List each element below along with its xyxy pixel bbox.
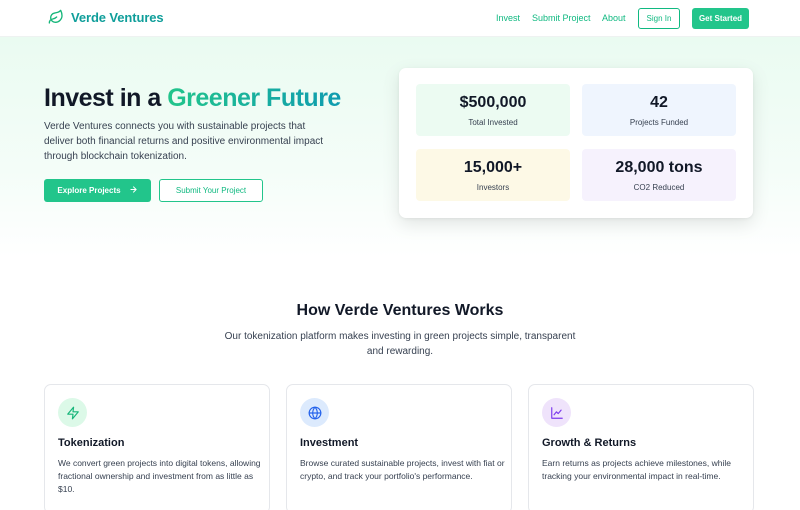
stat-value: $500,000: [459, 94, 527, 111]
section-description: Our tokenization platform makes investin…: [224, 331, 576, 357]
feature-title: Investment: [300, 437, 359, 449]
stat-projects-funded: 42 Projects Funded: [582, 84, 736, 136]
hero-title-accent: Greener Future: [167, 84, 341, 112]
hero-title-prefix: Invest in a: [44, 84, 168, 112]
sign-in-button[interactable]: Sign In: [638, 8, 680, 29]
nav-about[interactable]: About: [602, 13, 626, 23]
stat-co2-reduced: 28,000 tons CO2 Reduced: [582, 149, 736, 201]
stats-card: $500,000 Total Invested 42 Projects Fund…: [399, 68, 753, 218]
section-title: How Verde Ventures Works: [296, 302, 504, 319]
feature-card-investment: Investment Browse curated sustainable pr…: [286, 384, 512, 510]
stat-label: Investors: [476, 183, 510, 192]
get-started-button[interactable]: Get Started: [692, 8, 749, 29]
stat-label: CO2 Reduced: [633, 183, 685, 192]
stat-value: 28,000 tons: [615, 159, 703, 176]
brand-logo-link[interactable]: Verde Ventures: [48, 9, 164, 25]
globe-icon: [300, 398, 329, 427]
stat-investors: 15,000+ Investors: [416, 149, 570, 201]
submit-project-button[interactable]: Submit Your Project: [159, 179, 263, 202]
nav-submit-project[interactable]: Submit Project: [532, 13, 591, 23]
stat-total-invested: $500,000 Total Invested: [416, 84, 570, 136]
lightning-icon: [58, 398, 87, 427]
stat-value: 42: [650, 94, 668, 111]
explore-projects-label: Explore Projects: [57, 186, 121, 195]
stat-label: Projects Funded: [629, 118, 689, 127]
feature-description: We convert green projects into digital t…: [58, 458, 261, 494]
top-nav-bar: Verde Ventures Invest Submit Project Abo…: [0, 0, 800, 37]
explore-projects-button[interactable]: Explore Projects: [44, 179, 151, 202]
feature-card-tokenization: Tokenization We convert green projects i…: [44, 384, 270, 510]
arrow-right-icon: [129, 185, 138, 196]
feature-card-growth-returns: Growth & Returns Earn returns as project…: [528, 384, 754, 510]
feature-title: Growth & Returns: [542, 437, 637, 449]
feature-description: Browse curated sustainable projects, inv…: [300, 458, 505, 481]
brand-name: Verde Ventures: [71, 9, 164, 25]
nav-invest[interactable]: Invest: [496, 13, 520, 23]
hero-description: Verde Ventures connects you with sustain…: [44, 121, 324, 162]
leaf-icon: [48, 9, 64, 25]
hero-title: Invest in a Greener Future: [44, 84, 341, 113]
stat-label: Total Invested: [468, 118, 518, 127]
chart-icon: [542, 398, 571, 427]
feature-description: Earn returns as projects achieve milesto…: [542, 458, 731, 481]
stat-value: 15,000+: [463, 159, 523, 176]
feature-title: Tokenization: [58, 437, 125, 449]
